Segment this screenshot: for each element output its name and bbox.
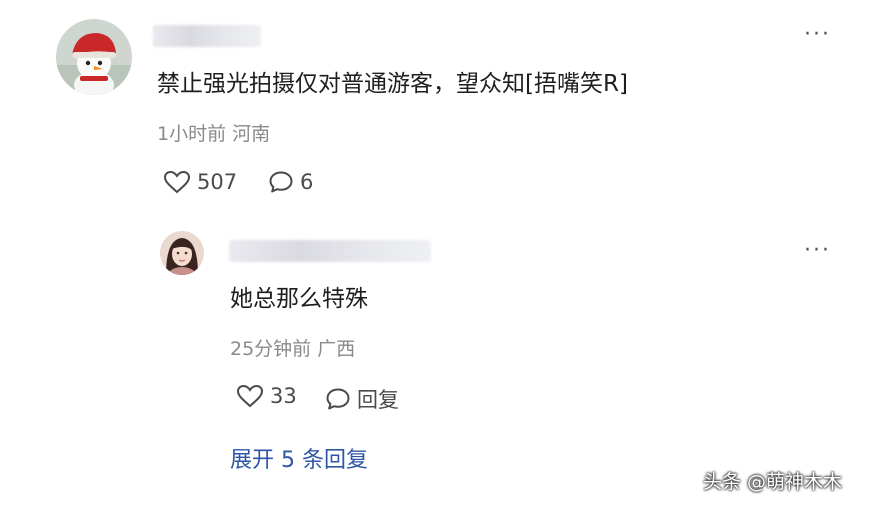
- comment-bubble-icon: [269, 171, 293, 193]
- more-dots-icon: ···: [804, 22, 831, 47]
- comment-more-button[interactable]: ···: [804, 24, 831, 46]
- reply-reply-button[interactable]: 回复: [325, 384, 399, 414]
- reply-location: 广西: [317, 338, 356, 360]
- comment-bubble-icon: [326, 388, 350, 410]
- comment-text: 禁止强光拍摄仅对普通游客，望众知[捂嘴笑R]: [157, 71, 628, 97]
- heart-icon: [236, 384, 264, 408]
- reply-text: 她总那么特殊: [230, 286, 368, 312]
- replier-avatar[interactable]: [160, 231, 204, 275]
- comment-reply-count: 6: [300, 170, 314, 194]
- commenter-avatar[interactable]: [56, 19, 132, 95]
- more-dots-icon: ···: [804, 238, 831, 263]
- user-avatar-icon: [160, 231, 204, 275]
- reply-more-button[interactable]: ···: [804, 240, 831, 262]
- comment-meta: 1小时前 河南: [157, 122, 270, 146]
- comment-time: 1小时前: [157, 123, 227, 145]
- reply-reply-label: 回复: [357, 388, 399, 412]
- commenter-name-blurred[interactable]: [153, 25, 261, 47]
- reply-meta: 25分钟前 广西: [230, 337, 355, 361]
- comment-reply-button[interactable]: 6: [268, 170, 313, 194]
- snowman-avatar-icon: [56, 19, 132, 95]
- comment-like-button[interactable]: 507: [163, 170, 237, 194]
- watermark: 头条 @萌神木木: [703, 471, 843, 493]
- reply-time: 25分钟前: [230, 338, 312, 360]
- replier-name-blurred[interactable]: [229, 240, 431, 262]
- reply-like-count: 33: [270, 384, 297, 408]
- expand-replies-link[interactable]: 展开 5 条回复: [230, 446, 368, 476]
- comment-like-count: 507: [197, 170, 238, 194]
- reply-like-button[interactable]: 33: [236, 384, 297, 408]
- heart-icon: [163, 170, 191, 194]
- comment-location: 河南: [232, 123, 271, 145]
